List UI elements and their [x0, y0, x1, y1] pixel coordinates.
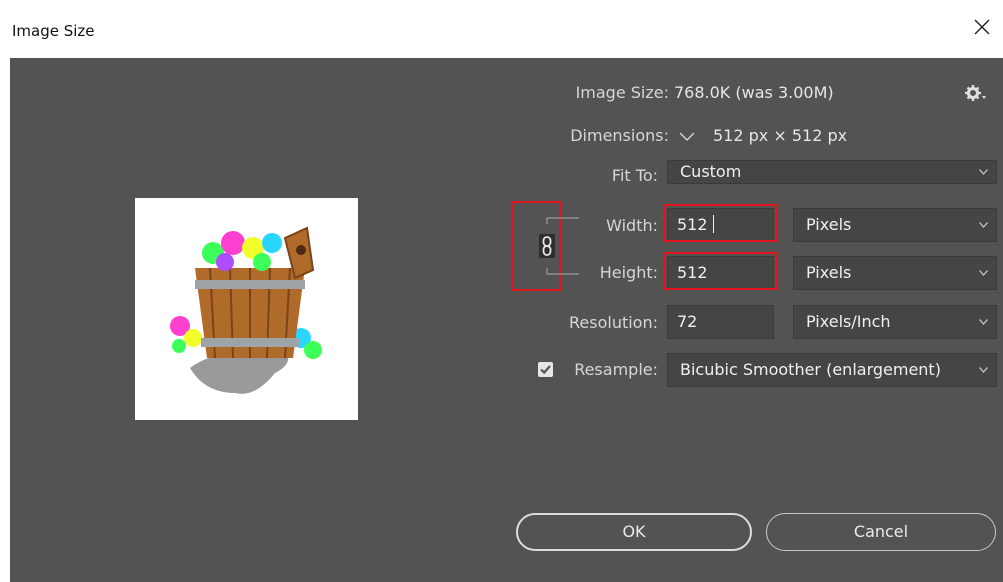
resample-label: Resample:: [574, 360, 658, 379]
ok-button[interactable]: OK: [516, 513, 752, 551]
gear-icon: [965, 85, 986, 101]
bucket-of-gems-thumbnail: [170, 226, 322, 394]
dimensions-label: Dimensions:: [570, 126, 669, 145]
fit-to-select[interactable]: Custom: [667, 160, 997, 184]
image-size-value: 768.0K (was 3.00M): [674, 83, 834, 102]
resample-method-select[interactable]: Bicubic Smoother (enlargement): [667, 353, 997, 387]
image-preview: [135, 198, 358, 420]
fit-to-label: Fit To:: [611, 166, 658, 185]
chevron-down-icon: [979, 270, 988, 276]
title-bar: Image Size: [0, 0, 1003, 58]
chevron-down-icon: [979, 169, 988, 175]
resolution-unit-value: Pixels/Inch: [806, 312, 891, 331]
width-unit-value: Pixels: [806, 215, 852, 234]
chevron-down-icon: [679, 132, 695, 142]
image-size-label: Image Size:: [575, 83, 669, 102]
constrain-proportions-button[interactable]: [539, 234, 555, 258]
dimensions-value: 512 px × 512 px: [713, 126, 848, 145]
resolution-input[interactable]: 72: [667, 305, 774, 339]
chain-link-icon: [539, 234, 555, 258]
resample-checkbox[interactable]: [538, 362, 553, 377]
close-icon: [974, 19, 990, 35]
chevron-down-icon: [979, 319, 988, 325]
dialog-title: Image Size: [12, 22, 95, 40]
dialog-body: Image Size: 768.0K (was 3.00M) Dimension…: [10, 58, 1003, 582]
chevron-down-icon: [979, 367, 988, 373]
height-unit-select[interactable]: Pixels: [793, 256, 997, 290]
height-unit-value: Pixels: [806, 263, 852, 282]
settings-menu-button[interactable]: [965, 84, 987, 102]
height-label: Height:: [599, 263, 658, 282]
width-label: Width:: [606, 216, 658, 235]
dimensions-unit-toggle[interactable]: [678, 128, 696, 144]
close-button[interactable]: [969, 14, 995, 40]
width-unit-select[interactable]: Pixels: [793, 208, 997, 242]
resample-method-value: Bicubic Smoother (enlargement): [680, 360, 941, 379]
checkmark-icon: [540, 365, 551, 375]
width-highlight-box: [664, 204, 778, 242]
resolution-unit-select[interactable]: Pixels/Inch: [793, 305, 997, 339]
cancel-button[interactable]: Cancel: [766, 513, 996, 551]
resolution-label: Resolution:: [569, 313, 658, 332]
chevron-down-icon: [979, 222, 988, 228]
resolution-value: 72: [677, 312, 698, 331]
height-highlight-box: [664, 252, 778, 290]
fit-to-value: Custom: [680, 162, 742, 181]
